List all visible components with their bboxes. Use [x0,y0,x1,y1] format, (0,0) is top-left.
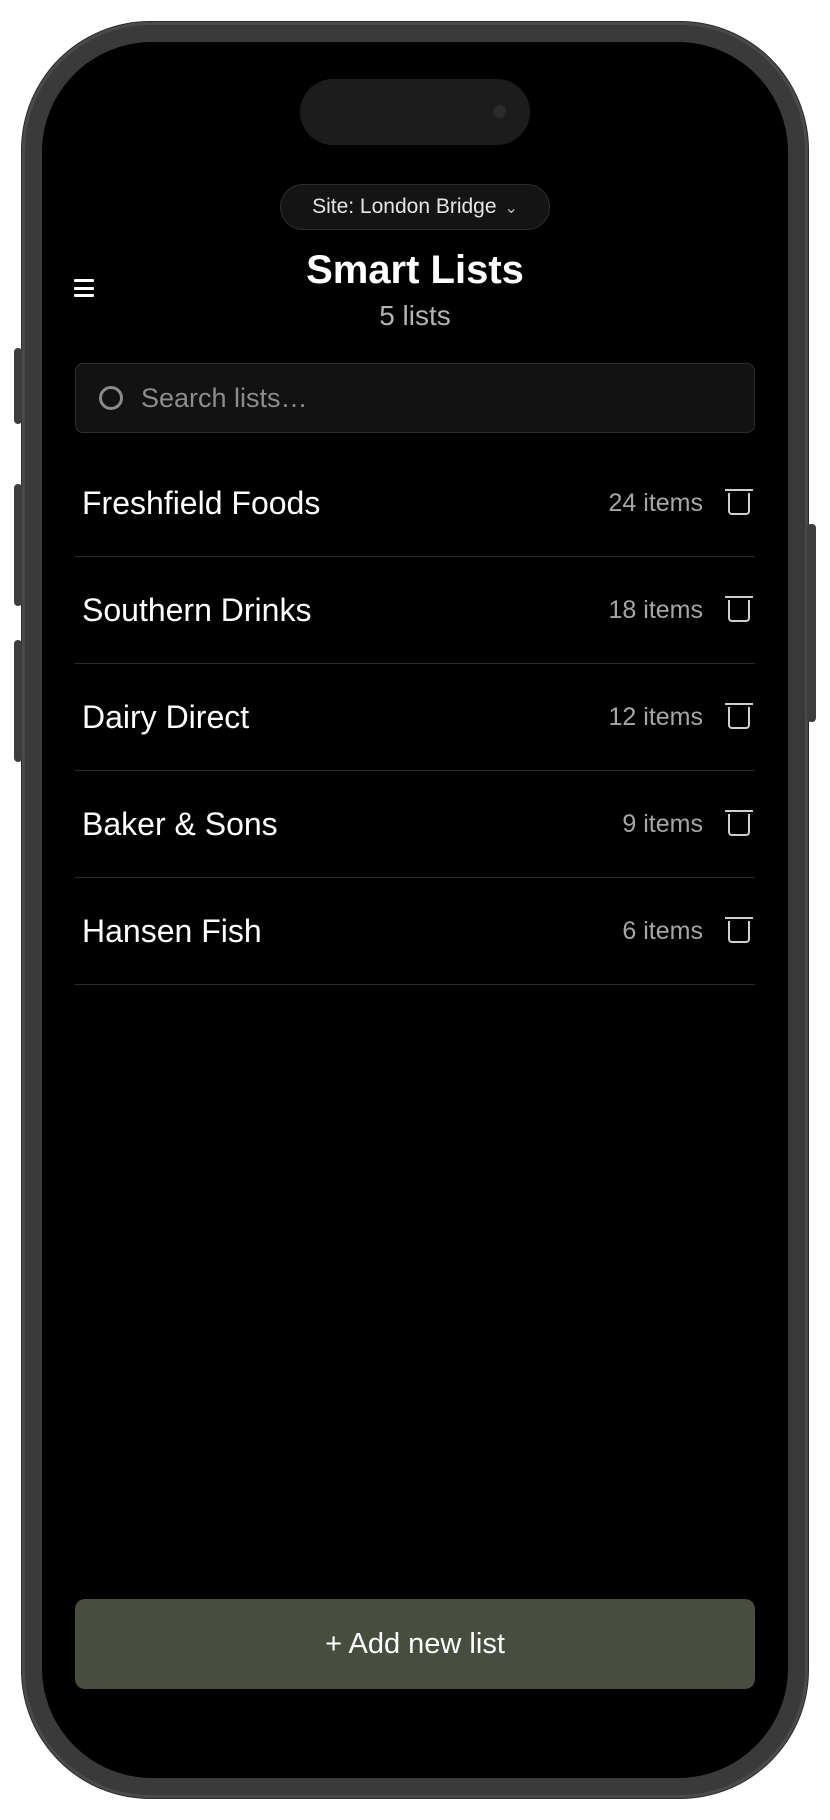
list-item-name: Freshfield Foods [82,484,321,521]
trash-icon[interactable] [725,703,753,731]
trash-icon[interactable] [725,917,753,945]
chevron-down-icon: ⌄ [504,200,518,217]
list-item-count: 6 items [622,916,703,945]
phone-screen: Site: London Bridge ⌄ Smart Lists 5 list… [42,42,788,1778]
silent-switch [14,348,22,424]
volume-down-button [14,640,22,762]
list-item-name: Hansen Fish [82,912,262,949]
list-item[interactable]: Southern Drinks 18 items [75,557,755,664]
list-item-count: 12 items [608,702,703,731]
list-item-count: 18 items [608,595,703,624]
trash-icon[interactable] [725,489,753,517]
camera-icon [493,105,506,118]
page-title: Smart Lists [306,248,524,292]
list-item[interactable]: Freshfield Foods 24 items [75,450,755,557]
list-item[interactable]: Dairy Direct 12 items [75,664,755,771]
site-selector[interactable]: Site: London Bridge ⌄ [280,184,550,230]
trash-icon[interactable] [725,810,753,838]
site-selector-label: Site: London Bridge [312,195,497,218]
list-count: 5 lists [379,300,451,331]
volume-up-button [14,484,22,606]
dynamic-island [300,79,530,145]
list-item-name: Southern Drinks [82,591,312,628]
search-icon [99,386,123,410]
list-item[interactable]: Hansen Fish 6 items [75,878,755,985]
search-input[interactable] [141,382,701,414]
list-item-name: Baker & Sons [82,805,278,842]
add-new-list-button[interactable]: + Add new list [75,1599,755,1689]
list-item-name: Dairy Direct [82,698,250,735]
list-item-count: 24 items [608,488,703,517]
search-bar[interactable] [75,363,755,433]
smart-lists: Freshfield Foods 24 items Southern Drink… [75,485,755,985]
list-item-count: 9 items [622,809,703,838]
trash-icon[interactable] [725,596,753,624]
power-button [807,524,816,722]
list-item[interactable]: Baker & Sons 9 items [75,771,755,878]
